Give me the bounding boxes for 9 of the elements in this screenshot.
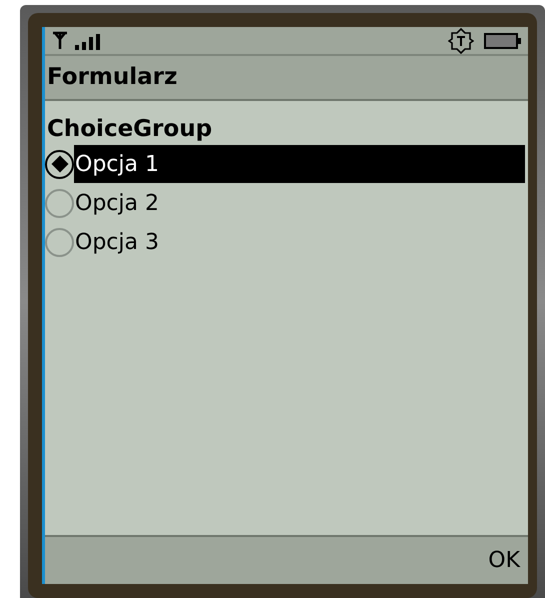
form-title: Formularz: [47, 63, 178, 92]
group-label: ChoiceGroup: [46, 115, 214, 144]
option-label[interactable]: Opcja 1: [74, 145, 525, 183]
option-label[interactable]: Opcja 2: [74, 184, 525, 222]
battery-icon: [484, 32, 522, 50]
radio-button[interactable]: [45, 228, 74, 256]
radio-button[interactable]: [45, 188, 74, 218]
option-label[interactable]: Opcja 3: [74, 223, 525, 261]
ok-softkey[interactable]: OK: [488, 544, 520, 577]
